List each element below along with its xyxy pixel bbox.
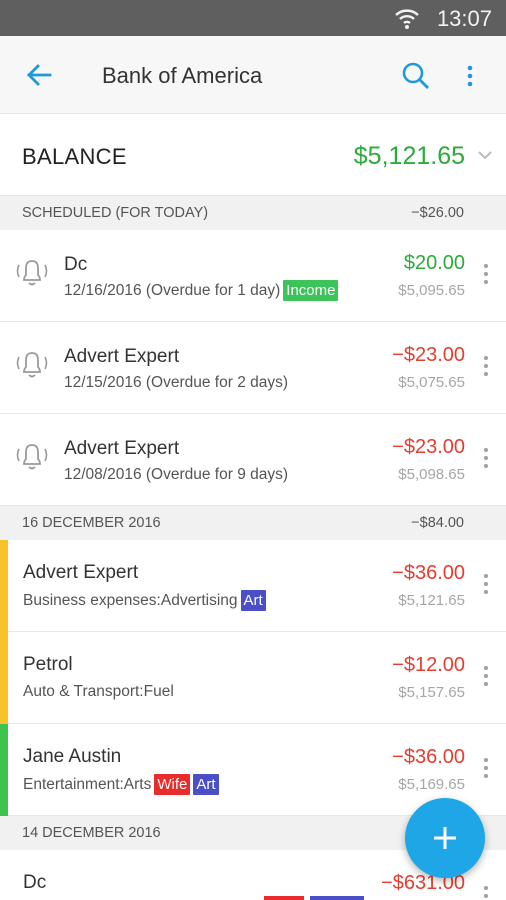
due-detail: 12/16/2016 (Overdue for 1 day) Income [64, 280, 339, 301]
payee-name: Advert Expert [64, 346, 180, 367]
amount: −$36.00 [392, 562, 465, 584]
transaction-row[interactable]: Advert Expert Business expenses:Advertis… [0, 540, 506, 632]
balance-value: $5,121.65 [353, 142, 465, 170]
wifi-icon [395, 9, 419, 29]
running-balance: $5,121.65 [398, 592, 465, 609]
more-options-icon[interactable] [462, 62, 478, 90]
amount: −$12.00 [392, 654, 465, 676]
scheduled-row[interactable]: Dc 12/16/2016 (Overdue for 1 day) Income … [0, 230, 506, 322]
income-tag: Income [283, 280, 339, 301]
bell-icon [16, 444, 48, 470]
bell-icon [16, 260, 48, 286]
category-text: Business expenses:Advertising [23, 592, 238, 609]
app-bar: Bank of America [0, 36, 506, 114]
due-detail: 12/08/2016 (Overdue for 9 days) [64, 466, 289, 483]
running-balance: $5,157.65 [398, 684, 465, 701]
row-more-icon[interactable] [482, 572, 490, 596]
art-tag: Art [240, 590, 266, 611]
balance-label: BALANCE [22, 144, 127, 169]
payee-name: Dc [23, 872, 47, 893]
due-detail: 12/15/2016 (Overdue for 2 days) [64, 374, 289, 391]
section-label: SCHEDULED (FOR TODAY) [22, 205, 209, 221]
page-title: Bank of America [102, 63, 263, 88]
bell-icon [16, 352, 48, 378]
payee-name: Dc [64, 254, 88, 275]
amount: −$36.00 [392, 746, 465, 768]
amount: −$23.00 [392, 436, 465, 458]
row-more-icon[interactable] [482, 756, 490, 780]
tag-partial [310, 896, 364, 900]
section-total: −$26.00 [411, 205, 464, 221]
payee-name: Advert Expert [64, 438, 180, 459]
row-more-icon[interactable] [482, 446, 490, 470]
back-arrow-icon[interactable] [24, 60, 54, 90]
section-total: −$84.00 [411, 515, 464, 531]
row-more-icon[interactable] [482, 664, 490, 688]
scheduled-row[interactable]: Advert Expert 12/15/2016 (Overdue for 2 … [0, 322, 506, 414]
running-balance: $5,075.65 [398, 374, 465, 391]
running-balance: $5,169.65 [398, 776, 465, 793]
balance-row[interactable]: BALANCE $5,121.65 [0, 114, 506, 196]
add-transaction-button[interactable] [405, 798, 485, 878]
amount: $20.00 [403, 252, 465, 274]
payee-name: Advert Expert [23, 562, 139, 583]
section-header-scheduled: SCHEDULED (FOR TODAY) −$26.00 [0, 196, 506, 230]
payee-name: Petrol [23, 654, 73, 675]
row-more-icon[interactable] [482, 354, 490, 378]
section-label: 16 DECEMBER 2016 [22, 515, 161, 531]
payee-name: Jane Austin [23, 746, 122, 767]
search-icon[interactable] [400, 60, 432, 92]
status-time: 13:07 [436, 6, 492, 31]
row-more-icon[interactable] [482, 262, 490, 286]
running-balance: $5,095.65 [398, 282, 465, 299]
category-text: Entertainment:Arts [23, 776, 152, 793]
row-more-icon[interactable] [482, 884, 490, 900]
amount: −$23.00 [392, 344, 465, 366]
status-stripe [0, 540, 8, 632]
scheduled-row[interactable]: Advert Expert 12/08/2016 (Overdue for 9 … [0, 414, 506, 506]
tag-partial [264, 896, 304, 900]
due-text: 12/16/2016 (Overdue for 1 day) [64, 282, 281, 299]
chevron-down-icon[interactable] [476, 146, 494, 164]
status-bar: 13:07 [0, 0, 506, 36]
category-line: Entertainment:Arts Wife Art [23, 774, 219, 795]
status-stripe [0, 724, 8, 816]
plus-icon [434, 827, 456, 849]
wife-tag: Wife [154, 774, 191, 795]
transaction-row[interactable]: Petrol Auto & Transport:Fuel −$12.00 $5,… [0, 632, 506, 724]
section-header-date: 16 DECEMBER 2016 −$84.00 [0, 506, 506, 540]
category-line: Business expenses:Advertising Art [23, 590, 266, 611]
running-balance: $5,098.65 [398, 466, 465, 483]
section-label: 14 DECEMBER 2016 [22, 825, 161, 841]
art-tag: Art [193, 774, 219, 795]
status-stripe [0, 632, 8, 724]
category-line: Auto & Transport:Fuel [23, 683, 174, 700]
